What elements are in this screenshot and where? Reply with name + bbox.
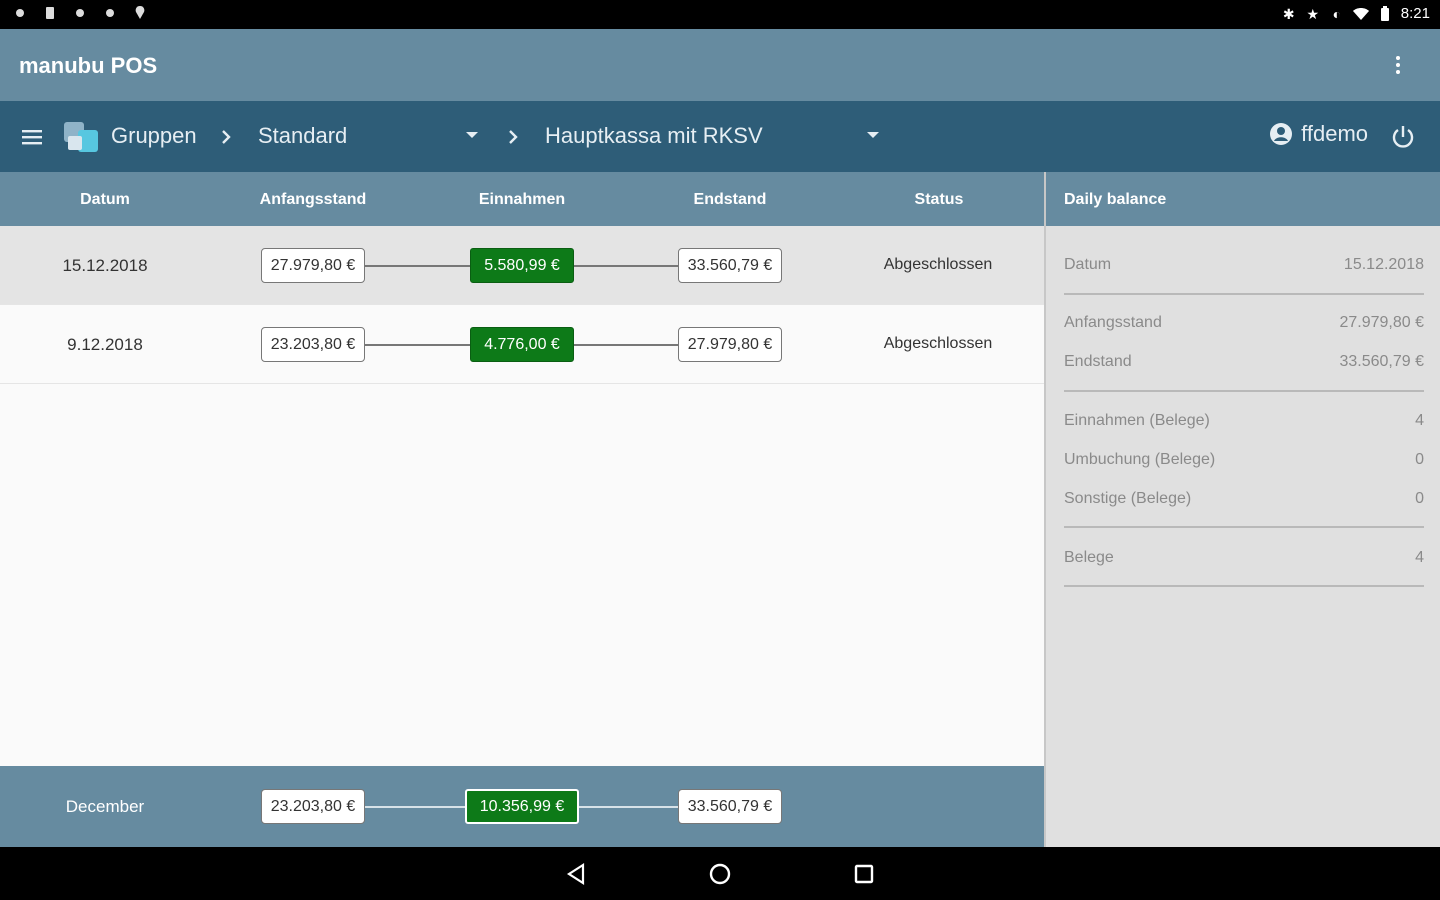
app-title: manubu POS [19,53,158,78]
chevron-down-icon[interactable] [466,132,478,138]
location-icon [135,6,145,19]
detail-value: 4 [1415,549,1424,566]
row-income-amount: 4.776,00 € [470,327,574,362]
detail-label: Einnahmen (Belege) [1064,412,1210,429]
recents-icon[interactable] [851,861,877,887]
detail-label: Belege [1064,549,1114,566]
header-end: Endstand [693,191,767,208]
star-icon: ★ [1306,5,1320,22]
status-bar: ✱ ★ ◐ 8:21 [0,0,1440,29]
register-select[interactable]: Hauptkassa mit RKSV [545,123,763,149]
detail-label: Endstand [1064,353,1132,370]
chevron-right-icon [222,130,231,144]
row-start-amount: 27.979,80 € [261,248,365,283]
app-bar: manubu POS [0,29,1440,101]
power-icon[interactable] [1390,124,1416,150]
detail-label: Umbuchung (Belege) [1064,451,1216,468]
user-name: ffdemo [1301,121,1368,146]
row-status: Abgeschlossen [883,335,993,352]
status-time: 8:21 [1400,5,1430,22]
battery-icon [1380,5,1389,21]
table-row[interactable]: 9.12.2018 23.203,80 € 4.776,00 € 27.979,… [0,305,1044,384]
wifi-icon [1352,7,1369,20]
detail-value: 4 [1415,412,1424,429]
breadcrumb-toolbar: Gruppen Standard Hauptkassa mit RKSV ffd… [0,101,1440,172]
daily-balance-panel: Daily balance Datum 15.12.2018 Anfangsst… [1044,172,1440,847]
sim-icon [46,7,54,19]
header-status: Status [914,191,964,208]
divider [1064,585,1424,587]
notification-icon [76,9,84,17]
header-income: Einnahmen [478,191,566,208]
row-status: Abgeschlossen [883,256,993,273]
detail-other-receipts: Sonstige (Belege) 0 [1064,490,1424,508]
vibrate-icon: ◐ [1332,5,1342,22]
account-icon [1270,123,1293,145]
home-icon[interactable] [707,861,733,887]
more-options-icon[interactable] [1386,51,1410,79]
row-income-amount: 5.580,99 € [470,248,574,283]
summary-month: December [65,797,145,816]
summary-end-amount: 33.560,79 € [678,789,782,824]
bluetooth-icon: ✱ [1282,5,1295,22]
detail-value: 0 [1415,451,1424,468]
detail-label: Sonstige (Belege) [1064,490,1192,507]
row-date: 15.12.2018 [62,256,148,275]
system-nav-bar [0,847,1440,900]
header-start: Anfangsstand [259,191,367,208]
header-date: Datum [80,191,130,208]
divider [1064,526,1424,528]
breadcrumb-groups[interactable]: Gruppen [111,123,197,149]
month-summary: December 23.203,80 € 10.356,99 € 33.560,… [0,766,1044,847]
divider [1064,293,1424,295]
detail-value: 0 [1415,490,1424,507]
row-end-amount: 27.979,80 € [678,327,782,362]
row-start-amount: 23.203,80 € [261,327,365,362]
detail-end: Endstand 33.560,79 € [1064,353,1424,371]
detail-transfer-receipts: Umbuchung (Belege) 0 [1064,451,1424,469]
detail-value: 33.560,79 € [1339,353,1424,370]
table-header: Datum Anfangsstand Einnahmen Endstand St… [0,172,1044,226]
detail-value: 15.12.2018 [1343,256,1424,273]
detail-start: Anfangsstand 27.979,80 € [1064,314,1424,332]
chevron-down-icon[interactable] [867,132,879,138]
balance-table: Datum Anfangsstand Einnahmen Endstand St… [0,172,1044,766]
app-logo-icon [64,122,98,152]
back-icon[interactable] [564,861,590,887]
detail-label: Datum [1064,256,1112,273]
notification-icon [106,9,114,17]
menu-icon[interactable] [20,125,44,149]
chevron-right-icon [509,130,518,144]
detail-value: 27.979,80 € [1339,314,1424,331]
divider [1064,390,1424,392]
detail-label: Anfangsstand [1064,314,1162,331]
panel-title: Daily balance [1046,172,1440,226]
table-row[interactable]: 15.12.2018 27.979,80 € 5.580,99 € 33.560… [0,226,1044,305]
detail-income-receipts: Einnahmen (Belege) 4 [1064,412,1424,430]
notification-icon [16,9,24,17]
group-select[interactable]: Standard [258,123,347,149]
summary-income-amount: 10.356,99 € [465,789,579,824]
summary-start-amount: 23.203,80 € [261,789,365,824]
row-date: 9.12.2018 [67,335,143,354]
row-end-amount: 33.560,79 € [678,248,782,283]
detail-receipts-total: Belege 4 [1064,549,1424,567]
user-account[interactable]: ffdemo [1269,121,1368,147]
detail-date: Datum 15.12.2018 [1064,256,1424,274]
